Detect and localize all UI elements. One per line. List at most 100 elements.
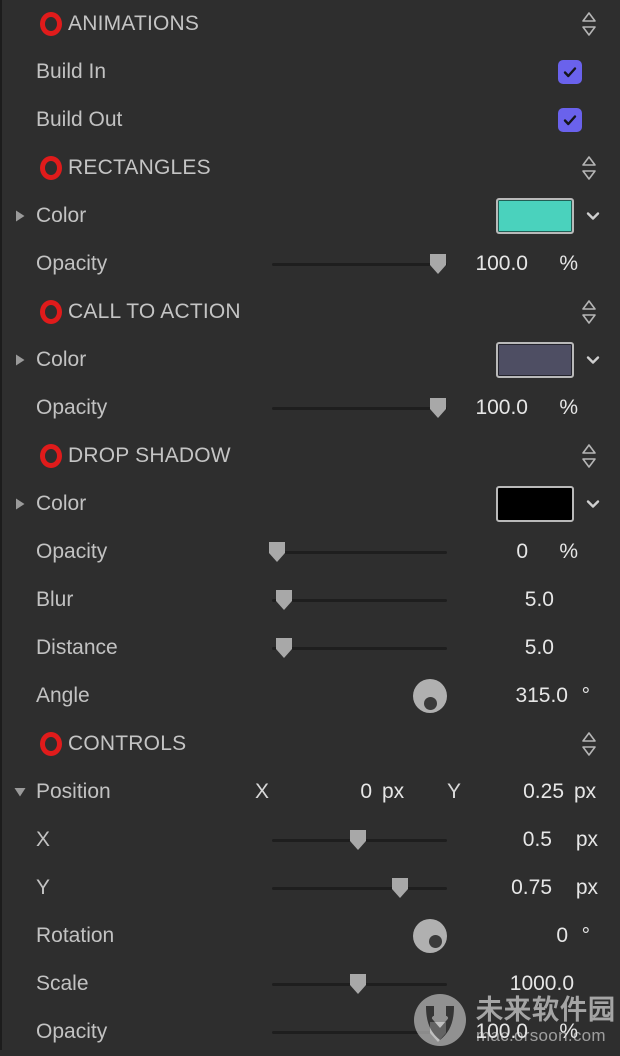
section-header-controls[interactable]: CONTROLS — [2, 720, 620, 768]
record-circle-icon[interactable] — [40, 732, 62, 756]
angle-dial-drop-shadow[interactable] — [413, 679, 447, 713]
value-opacity-bottom[interactable]: 100.0 — [475, 1020, 528, 1044]
checkbox-build-out[interactable] — [558, 108, 582, 132]
chevron-down-icon[interactable] — [584, 351, 602, 369]
row-position-y-slider[interactable]: Y 0.75 px — [2, 864, 620, 912]
section-header-call-to-action[interactable]: CALL TO ACTION — [2, 288, 620, 336]
slider-call-to-action-opacity[interactable] — [272, 396, 447, 420]
section-title-animations: ANIMATIONS — [68, 12, 200, 35]
value-rectangles-opacity[interactable]: 100.0 — [475, 252, 528, 276]
up-down-chevrons-icon[interactable] — [580, 299, 598, 325]
row-call-to-action-opacity[interactable]: Opacity 100.0 % — [2, 384, 620, 432]
unit-rotation: ° — [581, 924, 590, 947]
row-rotation[interactable]: Rotation 0 ° — [2, 912, 620, 960]
label-build-in: Build In — [36, 60, 107, 83]
row-position[interactable]: Position X 0 px Y 0.25 px — [2, 768, 620, 816]
row-position-x-slider[interactable]: X 0.5 px — [2, 816, 620, 864]
slider-thumb[interactable] — [348, 973, 368, 995]
record-circle-icon[interactable] — [40, 12, 62, 36]
up-down-chevrons-icon[interactable] — [580, 155, 598, 181]
rotation-dial-indicator — [428, 934, 442, 948]
inspector-panel: ANIMATIONS Build In Build Out RECTANGLES — [0, 0, 620, 1050]
unit-position-x-slider: px — [575, 828, 598, 851]
value-call-to-action-opacity[interactable]: 100.0 — [475, 396, 528, 420]
row-drop-shadow-distance[interactable]: Distance 5.0 — [2, 624, 620, 672]
slider-opacity-bottom[interactable] — [272, 1020, 447, 1044]
value-position-x-slider[interactable]: 0.5 — [523, 828, 552, 852]
row-drop-shadow-color[interactable]: Color — [2, 480, 620, 528]
value-drop-shadow-angle[interactable]: 315.0 — [515, 684, 568, 708]
section-title-rectangles: RECTANGLES — [68, 156, 211, 179]
row-scale[interactable]: Scale 1000.0 — [2, 960, 620, 1008]
color-swatch-drop-shadow[interactable] — [496, 486, 574, 522]
row-drop-shadow-blur[interactable]: Blur 5.0 — [2, 576, 620, 624]
disclosure-triangle-expanded-icon[interactable] — [12, 784, 28, 800]
section-header-animations[interactable]: ANIMATIONS — [2, 0, 620, 48]
label-build-out: Build Out — [36, 108, 123, 131]
angle-dial-indicator — [423, 697, 437, 710]
unit-drop-shadow-opacity: % — [559, 540, 578, 563]
value-drop-shadow-opacity[interactable]: 0 — [516, 540, 528, 564]
value-position-y[interactable]: 0.25 — [492, 780, 564, 804]
row-build-in[interactable]: Build In — [2, 48, 620, 96]
chevron-down-icon[interactable] — [584, 495, 602, 513]
disclosure-triangle-collapsed-icon[interactable] — [12, 208, 28, 224]
label-position: Position — [36, 780, 111, 803]
slider-scale[interactable] — [272, 972, 447, 996]
record-circle-icon[interactable] — [40, 156, 62, 180]
slider-thumb[interactable] — [390, 877, 410, 899]
label-rotation: Rotation — [36, 924, 115, 947]
slider-thumb[interactable] — [428, 1021, 448, 1043]
value-drop-shadow-distance[interactable]: 5.0 — [525, 636, 554, 660]
value-drop-shadow-blur[interactable]: 5.0 — [525, 588, 554, 612]
up-down-chevrons-icon[interactable] — [580, 443, 598, 469]
unit-position-y-slider: px — [575, 876, 598, 899]
up-down-chevrons-icon[interactable] — [580, 11, 598, 37]
disclosure-triangle-collapsed-icon[interactable] — [12, 352, 28, 368]
slider-thumb[interactable] — [274, 637, 294, 659]
row-drop-shadow-angle[interactable]: Angle 315.0 ° — [2, 672, 620, 720]
value-scale[interactable]: 1000.0 — [510, 972, 574, 996]
row-build-out[interactable]: Build Out — [2, 96, 620, 144]
label-call-to-action-opacity: Opacity — [36, 396, 108, 419]
slider-thumb[interactable] — [428, 253, 448, 275]
slider-rectangles-opacity[interactable] — [272, 252, 447, 276]
section-title-controls: CONTROLS — [68, 732, 187, 755]
unit-drop-shadow-angle: ° — [581, 684, 590, 707]
label-drop-shadow-angle: Angle — [36, 684, 90, 707]
slider-drop-shadow-distance[interactable] — [272, 636, 447, 660]
row-opacity-bottom[interactable]: Opacity 100.0 % — [2, 1008, 620, 1056]
row-rectangles-opacity[interactable]: Opacity 100.0 % — [2, 240, 620, 288]
label-drop-shadow-distance: Distance — [36, 636, 118, 659]
slider-position-y[interactable] — [272, 876, 447, 900]
slider-thumb[interactable] — [428, 397, 448, 419]
color-swatch-rectangles[interactable] — [496, 198, 574, 234]
row-drop-shadow-opacity[interactable]: Opacity 0 % — [2, 528, 620, 576]
row-call-to-action-color[interactable]: Color — [2, 336, 620, 384]
record-circle-icon[interactable] — [40, 300, 62, 324]
disclosure-triangle-collapsed-icon[interactable] — [12, 496, 28, 512]
label-drop-shadow-opacity: Opacity — [36, 540, 108, 563]
row-rectangles-color[interactable]: Color — [2, 192, 620, 240]
color-swatch-call-to-action[interactable] — [496, 342, 574, 378]
slider-thumb[interactable] — [267, 541, 287, 563]
value-rotation[interactable]: 0 — [556, 924, 568, 948]
section-header-drop-shadow[interactable]: DROP SHADOW — [2, 432, 620, 480]
slider-drop-shadow-opacity[interactable] — [269, 540, 447, 564]
slider-position-x[interactable] — [272, 828, 447, 852]
checkbox-build-in[interactable] — [558, 60, 582, 84]
record-circle-icon[interactable] — [40, 444, 62, 468]
section-header-rectangles[interactable]: RECTANGLES — [2, 144, 620, 192]
label-call-to-action-color: Color — [36, 348, 87, 371]
value-position-x[interactable]: 0 — [332, 780, 372, 804]
chevron-down-icon[interactable] — [584, 207, 602, 225]
value-position-y-slider[interactable]: 0.75 — [511, 876, 552, 900]
label-rectangles-color: Color — [36, 204, 87, 227]
up-down-chevrons-icon[interactable] — [580, 731, 598, 757]
slider-track — [272, 263, 447, 266]
slider-thumb[interactable] — [274, 589, 294, 611]
slider-thumb[interactable] — [348, 829, 368, 851]
rotation-dial[interactable] — [413, 919, 447, 953]
slider-drop-shadow-blur[interactable] — [272, 588, 447, 612]
slider-track — [272, 647, 447, 650]
